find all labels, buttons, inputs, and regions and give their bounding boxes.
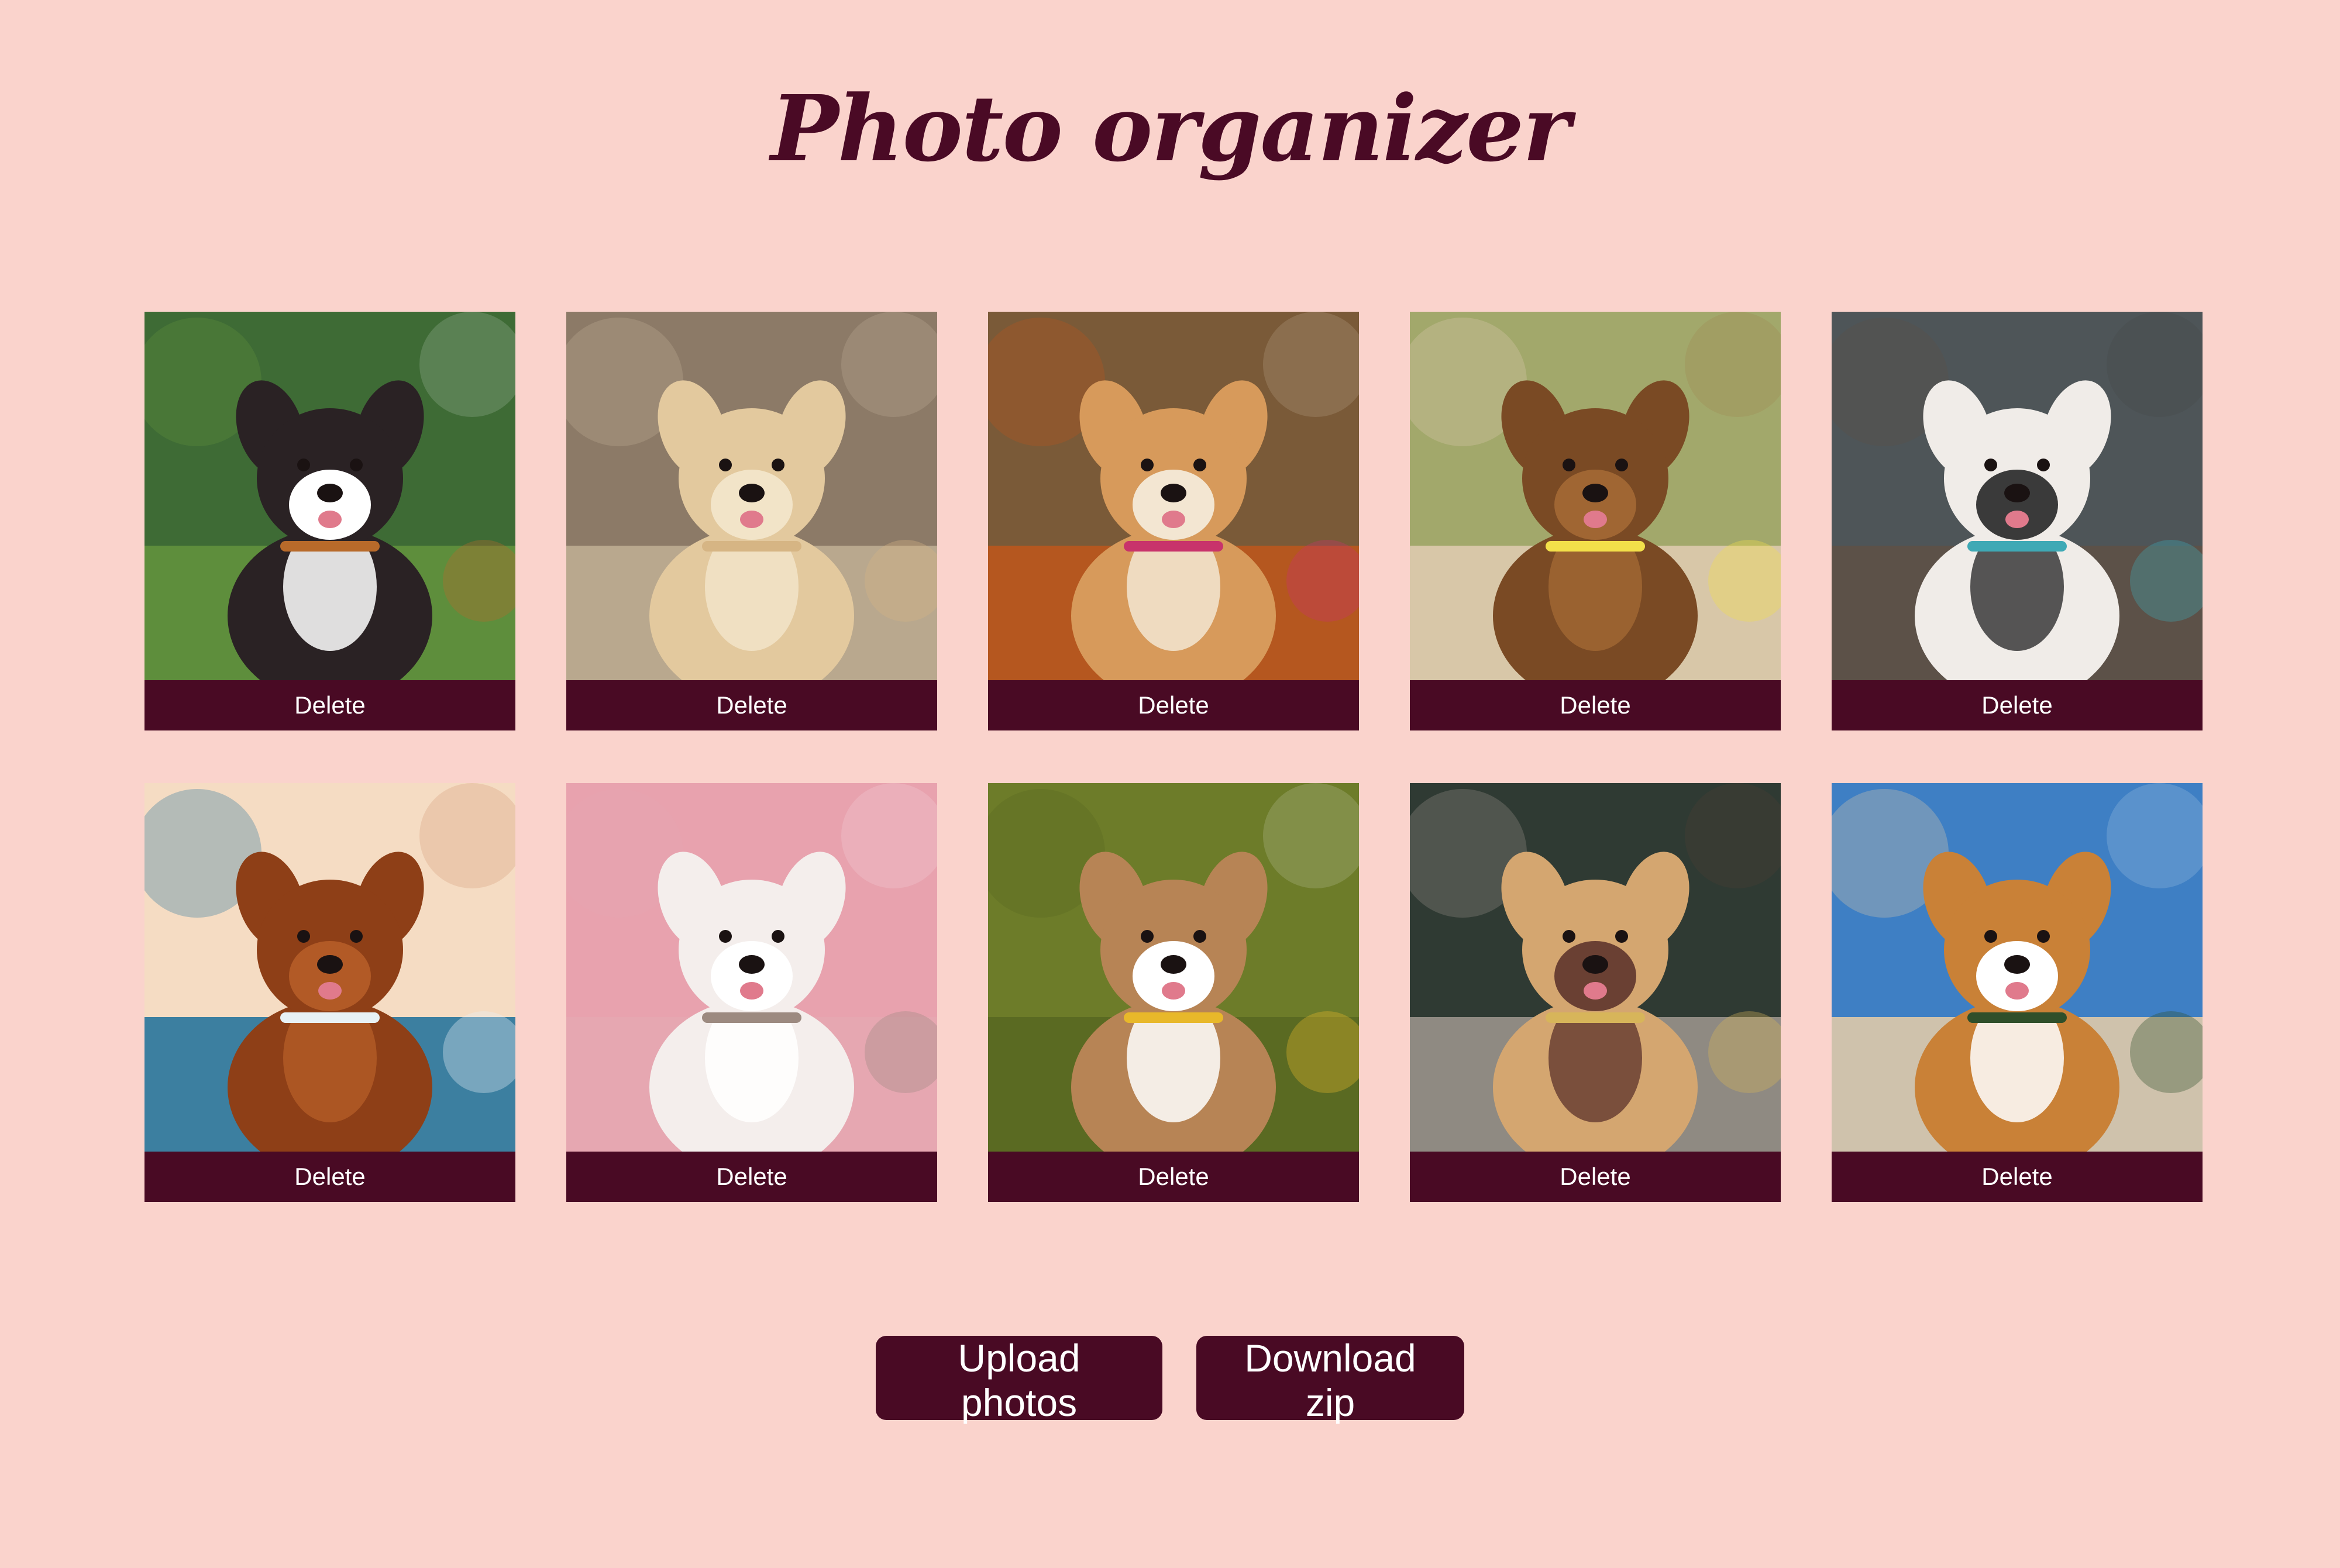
photo-image[interactable]: [144, 312, 515, 680]
dog-photo: [1832, 312, 2203, 680]
photo-card: Delete: [144, 783, 515, 1202]
photo-image[interactable]: [1832, 312, 2203, 680]
dog-photo: [988, 312, 1359, 680]
delete-button[interactable]: Delete: [1410, 1152, 1781, 1202]
dog-photo: [1410, 312, 1781, 680]
delete-button[interactable]: Delete: [988, 680, 1359, 730]
photo-card: Delete: [988, 783, 1359, 1202]
upload-photos-button[interactable]: Upload photos: [876, 1336, 1162, 1424]
page-title: Photo organizer: [770, 75, 1570, 182]
photo-grid: Delete Delete Delete Delete Delete Delet…: [144, 312, 2203, 1202]
photo-image[interactable]: [988, 312, 1359, 680]
photo-card: Delete: [1832, 783, 2203, 1202]
dog-photo: [144, 312, 515, 680]
photo-image[interactable]: [566, 312, 937, 680]
delete-button[interactable]: Delete: [988, 1152, 1359, 1202]
photo-image[interactable]: [1410, 783, 1781, 1152]
delete-button[interactable]: Delete: [144, 680, 515, 730]
download-zip-button[interactable]: Download zip: [1196, 1336, 1464, 1424]
photo-image[interactable]: [988, 783, 1359, 1152]
photo-card: Delete: [1410, 783, 1781, 1202]
dog-photo: [566, 312, 937, 680]
action-bar: Upload photos Download zip: [0, 1336, 2340, 1424]
delete-button[interactable]: Delete: [566, 1152, 937, 1202]
dog-photo: [1832, 783, 2203, 1152]
delete-button[interactable]: Delete: [1832, 680, 2203, 730]
dog-photo: [988, 783, 1359, 1152]
photo-card: Delete: [144, 312, 515, 730]
photo-image[interactable]: [1410, 312, 1781, 680]
photo-image[interactable]: [1832, 783, 2203, 1152]
photo-card: Delete: [988, 312, 1359, 730]
dog-photo: [566, 783, 937, 1152]
delete-button[interactable]: Delete: [1832, 1152, 2203, 1202]
delete-button[interactable]: Delete: [144, 1152, 515, 1202]
delete-button[interactable]: Delete: [1410, 680, 1781, 730]
photo-card: Delete: [566, 312, 937, 730]
photo-card: Delete: [1832, 312, 2203, 730]
photo-image[interactable]: [144, 783, 515, 1152]
photo-image[interactable]: [566, 783, 937, 1152]
dog-photo: [144, 783, 515, 1152]
photo-card: Delete: [566, 783, 937, 1202]
delete-button[interactable]: Delete: [566, 680, 937, 730]
dog-photo: [1410, 783, 1781, 1152]
photo-card: Delete: [1410, 312, 1781, 730]
